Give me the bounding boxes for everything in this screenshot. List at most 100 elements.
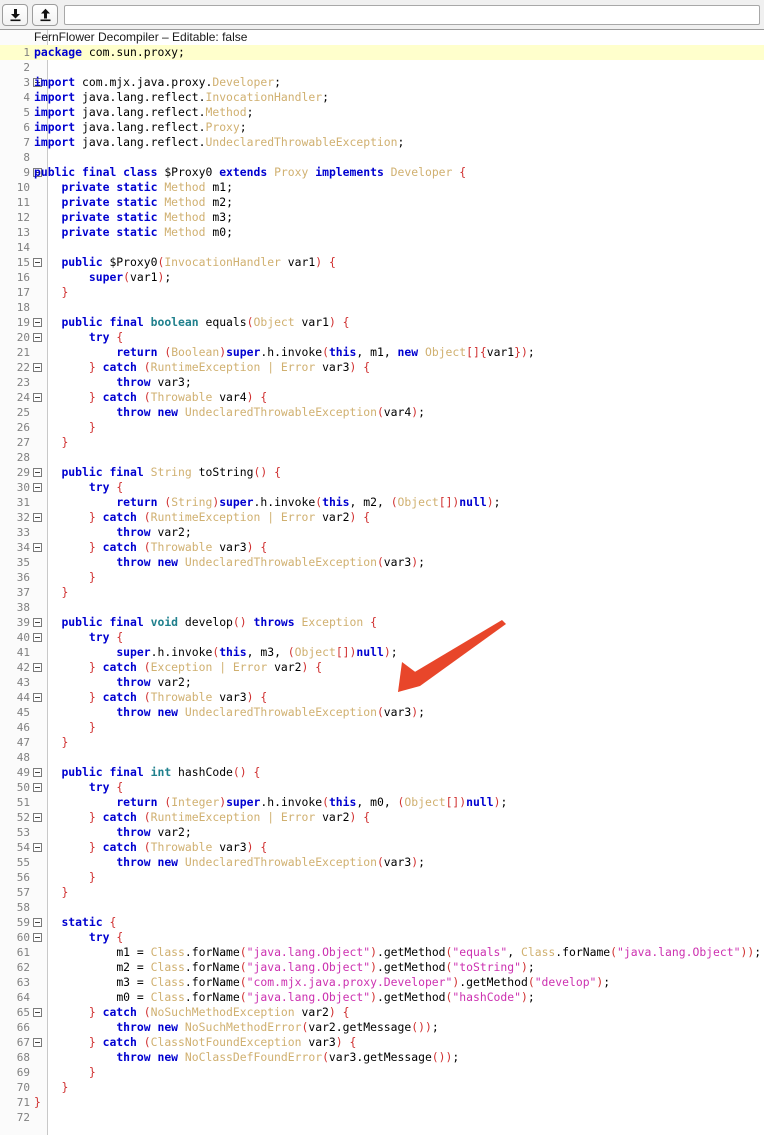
- code-line[interactable]: 62 m2 = Class.forName("java.lang.Object"…: [0, 960, 764, 975]
- code-line[interactable]: 32 } catch (RuntimeException | Error var…: [0, 510, 764, 525]
- code-text: }: [88, 720, 96, 734]
- code-line[interactable]: 21 return (Boolean)super.h.invoke(this, …: [0, 345, 764, 360]
- code-line[interactable]: 55 throw new UndeclaredThrowableExceptio…: [0, 855, 764, 870]
- code-text: } catch (Throwable var3) {: [88, 840, 268, 854]
- code-line[interactable]: 6 import java.lang.reflect.Proxy;: [0, 120, 764, 135]
- upload-button[interactable]: [32, 3, 58, 26]
- code-line[interactable]: 50 try {: [0, 780, 764, 795]
- code-line[interactable]: 17 }: [0, 285, 764, 300]
- line-number: 23: [16, 376, 30, 389]
- line-number: 26: [16, 421, 30, 434]
- code-line[interactable]: 41 super.h.invoke(this, m3, (Object[])nu…: [0, 645, 764, 660]
- code-line[interactable]: 28: [0, 450, 764, 465]
- code-line[interactable]: 64 m0 = Class.forName("java.lang.Object"…: [0, 990, 764, 1005]
- code-line[interactable]: 44 } catch (Throwable var3) {: [0, 690, 764, 705]
- code-line[interactable]: 12 private static Method m3;: [0, 210, 764, 225]
- code-line[interactable]: 18: [0, 300, 764, 315]
- code-line[interactable]: 7 import java.lang.reflect.UndeclaredThro…: [0, 135, 764, 150]
- code-text: throw new NoClassDefFoundError(var3.getM…: [116, 1050, 460, 1064]
- code-line[interactable]: 33 throw var2;: [0, 525, 764, 540]
- code-line[interactable]: 13 private static Method m0;: [0, 225, 764, 240]
- code-line[interactable]: 69 }: [0, 1065, 764, 1080]
- code-line[interactable]: 34 } catch (Throwable var3) {: [0, 540, 764, 555]
- download-button[interactable]: [2, 3, 28, 26]
- code-line[interactable]: 2: [0, 60, 764, 75]
- code-line[interactable]: 47 }: [0, 735, 764, 750]
- code-line[interactable]: 35 throw new UndeclaredThrowableExceptio…: [0, 555, 764, 570]
- code-line[interactable]: 54 } catch (Throwable var3) {: [0, 840, 764, 855]
- code-area[interactable]: FernFlower Decompiler – Editable: false …: [0, 30, 764, 1135]
- code-line[interactable]: 38: [0, 600, 764, 615]
- code-line[interactable]: 60 try {: [0, 930, 764, 945]
- code-line[interactable]: 63 m3 = Class.forName("com.mjx.java.prox…: [0, 975, 764, 990]
- code-line[interactable]: 10 private static Method m1;: [0, 180, 764, 195]
- search-input[interactable]: [64, 4, 760, 25]
- code-line[interactable]: 43 throw var2;: [0, 675, 764, 690]
- line-number: 56: [16, 871, 30, 884]
- code-line[interactable]: 31 return (String)super.h.invoke(this, m…: [0, 495, 764, 510]
- code-line[interactable]: 71}: [0, 1095, 764, 1110]
- code-editor[interactable]: FernFlower Decompiler – Editable: false …: [0, 30, 764, 1135]
- code-text: import java.lang.reflect.Method;: [34, 105, 254, 119]
- code-line[interactable]: 25 throw new UndeclaredThrowableExceptio…: [0, 405, 764, 420]
- code-line[interactable]: 40 try {: [0, 630, 764, 645]
- code-line[interactable]: 42 } catch (Exception | Error var2) {: [0, 660, 764, 675]
- code-line[interactable]: 52 } catch (RuntimeException | Error var…: [0, 810, 764, 825]
- code-line[interactable]: 30 try {: [0, 480, 764, 495]
- line-number: 43: [16, 676, 30, 689]
- code-line[interactable]: 56 }: [0, 870, 764, 885]
- line-number: 71: [16, 1096, 30, 1109]
- code-line[interactable]: 22 } catch (RuntimeException | Error var…: [0, 360, 764, 375]
- code-line[interactable]: 29 public final String toString() {: [0, 465, 764, 480]
- code-line[interactable]: 57 }: [0, 885, 764, 900]
- code-lines[interactable]: 1 package com.sun.proxy; 2 3 import com.mjx.…: [0, 45, 764, 1125]
- code-line[interactable]: 14: [0, 240, 764, 255]
- code-line[interactable]: 36 }: [0, 570, 764, 585]
- line-number: 28: [16, 451, 30, 464]
- code-line[interactable]: 23 throw var3;: [0, 375, 764, 390]
- code-line[interactable]: 61 m1 = Class.forName("java.lang.Object"…: [0, 945, 764, 960]
- line-number: 52: [16, 811, 30, 824]
- code-line[interactable]: 39 public final void develop() throws Ex…: [0, 615, 764, 630]
- line-number: 35: [16, 556, 30, 569]
- code-text: }: [88, 1065, 96, 1079]
- code-line[interactable]: 48: [0, 750, 764, 765]
- line-number: 48: [16, 751, 30, 764]
- code-text: } catch (Throwable var4) {: [88, 390, 268, 404]
- code-line[interactable]: 70 }: [0, 1080, 764, 1095]
- code-line[interactable]: 45 throw new UndeclaredThrowableExceptio…: [0, 705, 764, 720]
- code-line[interactable]: 8: [0, 150, 764, 165]
- code-line[interactable]: 68 throw new NoClassDefFoundError(var3.g…: [0, 1050, 764, 1065]
- code-line[interactable]: 5 import java.lang.reflect.Method;: [0, 105, 764, 120]
- line-number: 9: [23, 166, 30, 179]
- code-line[interactable]: 11 private static Method m2;: [0, 195, 764, 210]
- code-line[interactable]: 15 public $Proxy0(InvocationHandler var1…: [0, 255, 764, 270]
- code-line[interactable]: 3 import com.mjx.java.proxy.Developer;: [0, 75, 764, 90]
- code-line[interactable]: 16 super(var1);: [0, 270, 764, 285]
- code-line[interactable]: 26 }: [0, 420, 764, 435]
- code-line[interactable]: 59 static {: [0, 915, 764, 930]
- code-line[interactable]: 51 return (Integer)super.h.invoke(this, …: [0, 795, 764, 810]
- download-icon: [9, 8, 22, 22]
- code-line[interactable]: 27 }: [0, 435, 764, 450]
- code-line[interactable]: 72: [0, 1110, 764, 1125]
- code-text: } catch (NoSuchMethodException var2) {: [88, 1005, 350, 1019]
- code-text: import java.lang.reflect.UndeclaredThrow…: [34, 135, 405, 149]
- code-line[interactable]: 24 } catch (Throwable var4) {: [0, 390, 764, 405]
- code-line[interactable]: 9 public final class $Proxy0 extends Prox…: [0, 165, 764, 180]
- code-line[interactable]: 67 } catch (ClassNotFoundException var3)…: [0, 1035, 764, 1050]
- line-number: 45: [16, 706, 30, 719]
- code-line[interactable]: 53 throw var2;: [0, 825, 764, 840]
- code-line[interactable]: 19 public final boolean equals(Object va…: [0, 315, 764, 330]
- code-text: throw new UndeclaredThrowableException(v…: [116, 555, 425, 569]
- code-line[interactable]: 49 public final int hashCode() {: [0, 765, 764, 780]
- code-line[interactable]: 1 package com.sun.proxy;: [0, 45, 764, 60]
- code-line[interactable]: 4 import java.lang.reflect.InvocationHand…: [0, 90, 764, 105]
- code-text: }: [61, 435, 69, 449]
- code-line[interactable]: 66 throw new NoSuchMethodError(var2.getM…: [0, 1020, 764, 1035]
- code-line[interactable]: 20 try {: [0, 330, 764, 345]
- code-line[interactable]: 65 } catch (NoSuchMethodException var2) …: [0, 1005, 764, 1020]
- code-line[interactable]: 46 }: [0, 720, 764, 735]
- code-line[interactable]: 58: [0, 900, 764, 915]
- code-line[interactable]: 37 }: [0, 585, 764, 600]
